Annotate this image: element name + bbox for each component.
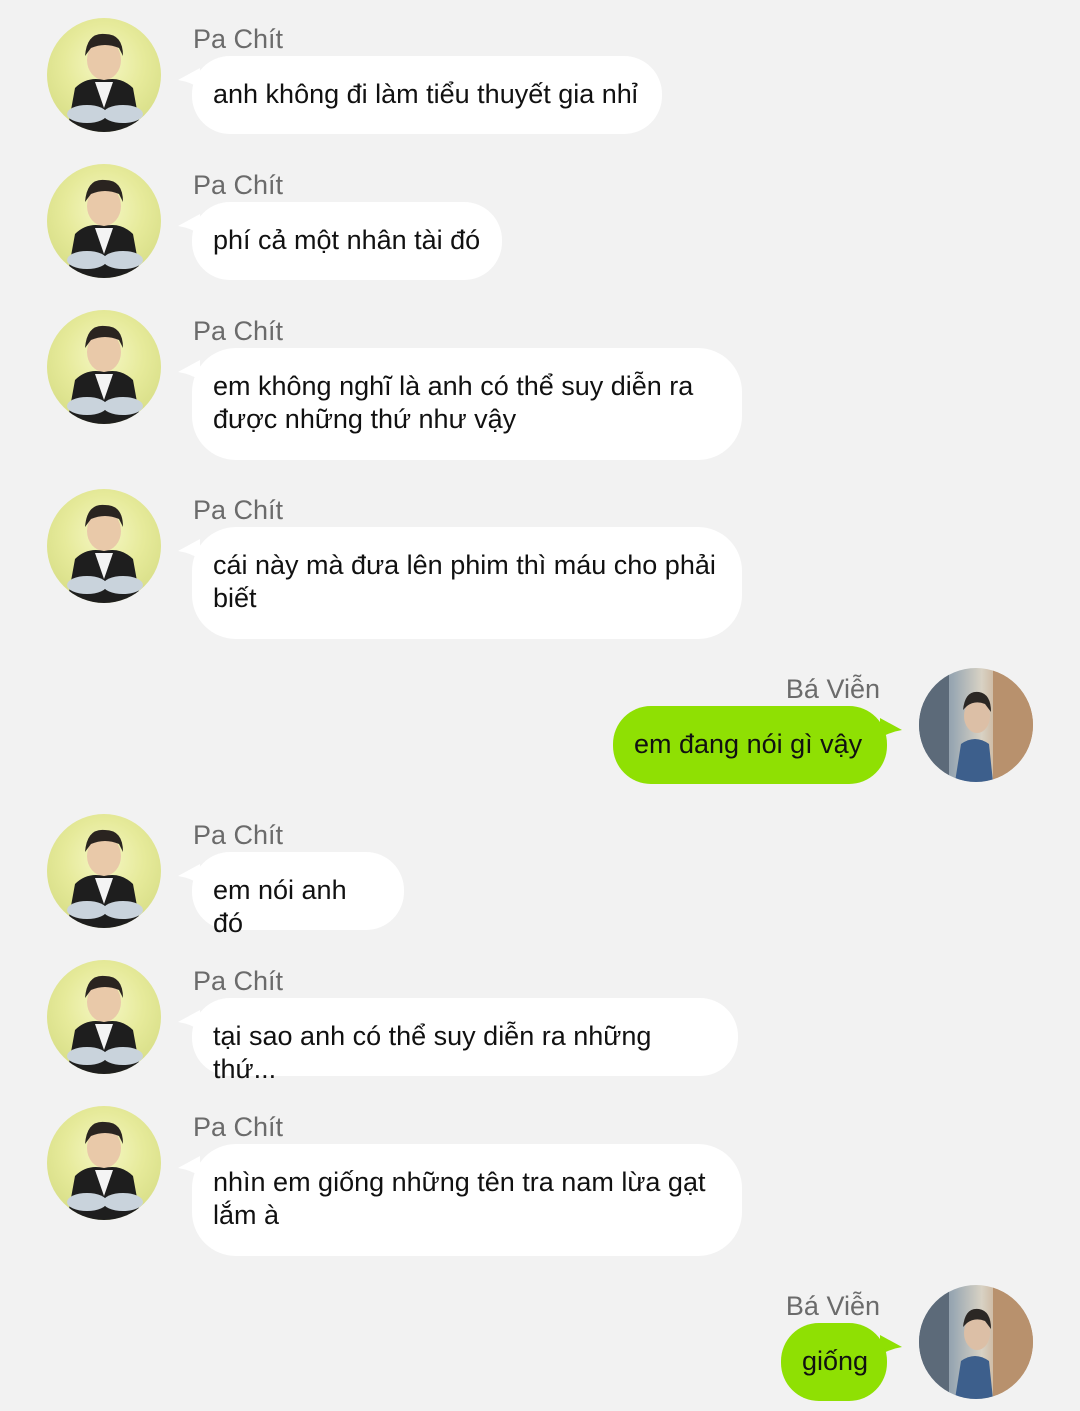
avatar-pa-chit[interactable] [47,310,161,424]
message-bubble[interactable]: giống [781,1323,887,1401]
sender-name: Pa Chít [193,1112,284,1142]
message-row: Pa Chít anh không đi làm tiểu thuyết gia… [0,18,1080,138]
message-bubble[interactable]: em đang nói gì vậy [613,706,887,784]
message-bubble[interactable]: cái này mà đưa lên phim thì máu cho phải… [192,527,742,639]
sender-name: Bá Viễn [785,674,880,704]
message-row: Pa Chít tại sao anh có thể suy diễn ra n… [0,960,1080,1084]
avatar-pa-chit[interactable] [47,18,161,132]
message-row: Pa Chít em không nghĩ là anh có thể suy … [0,310,1080,462]
message-bubble[interactable]: phí cả một nhân tài đó [192,202,502,280]
sender-name: Pa Chít [193,170,284,200]
avatar-ba-vien[interactable] [919,668,1033,782]
message-bubble[interactable]: anh không đi làm tiểu thuyết gia nhỉ [192,56,662,134]
message-bubble[interactable]: nhìn em giống những tên tra nam lừa gạt … [192,1144,742,1256]
sender-name: Pa Chít [193,820,284,850]
message-bubble[interactable]: em nói anh đó [192,852,404,938]
message-bubble[interactable]: tại sao anh có thể suy diễn ra những thứ… [192,998,738,1084]
avatar-pa-chit[interactable] [47,164,161,278]
message-row: Pa Chít phí cả một nhân tài đó [0,164,1080,284]
sender-name: Pa Chít [193,966,284,996]
avatar-pa-chit[interactable] [47,814,161,928]
message-row: Bá Viễn em đang nói gì vậy [0,668,1080,788]
avatar-pa-chit[interactable] [47,489,161,603]
message-row: Pa Chít nhìn em giống những tên tra nam … [0,1106,1080,1258]
avatar-pa-chit[interactable] [47,960,161,1074]
message-row: Pa Chít em nói anh đó [0,814,1080,938]
message-bubble[interactable]: em không nghĩ là anh có thể suy diễn ra … [192,348,742,460]
sender-name: Bá Viễn [785,1291,880,1321]
sender-name: Pa Chít [193,495,284,525]
avatar-ba-vien[interactable] [919,1285,1033,1399]
sender-name: Pa Chít [193,316,284,346]
avatar-pa-chit[interactable] [47,1106,161,1220]
sender-name: Pa Chít [193,24,284,54]
message-row: Pa Chít cái này mà đưa lên phim thì máu … [0,489,1080,641]
message-row: Bá Viễn giống [0,1285,1080,1405]
